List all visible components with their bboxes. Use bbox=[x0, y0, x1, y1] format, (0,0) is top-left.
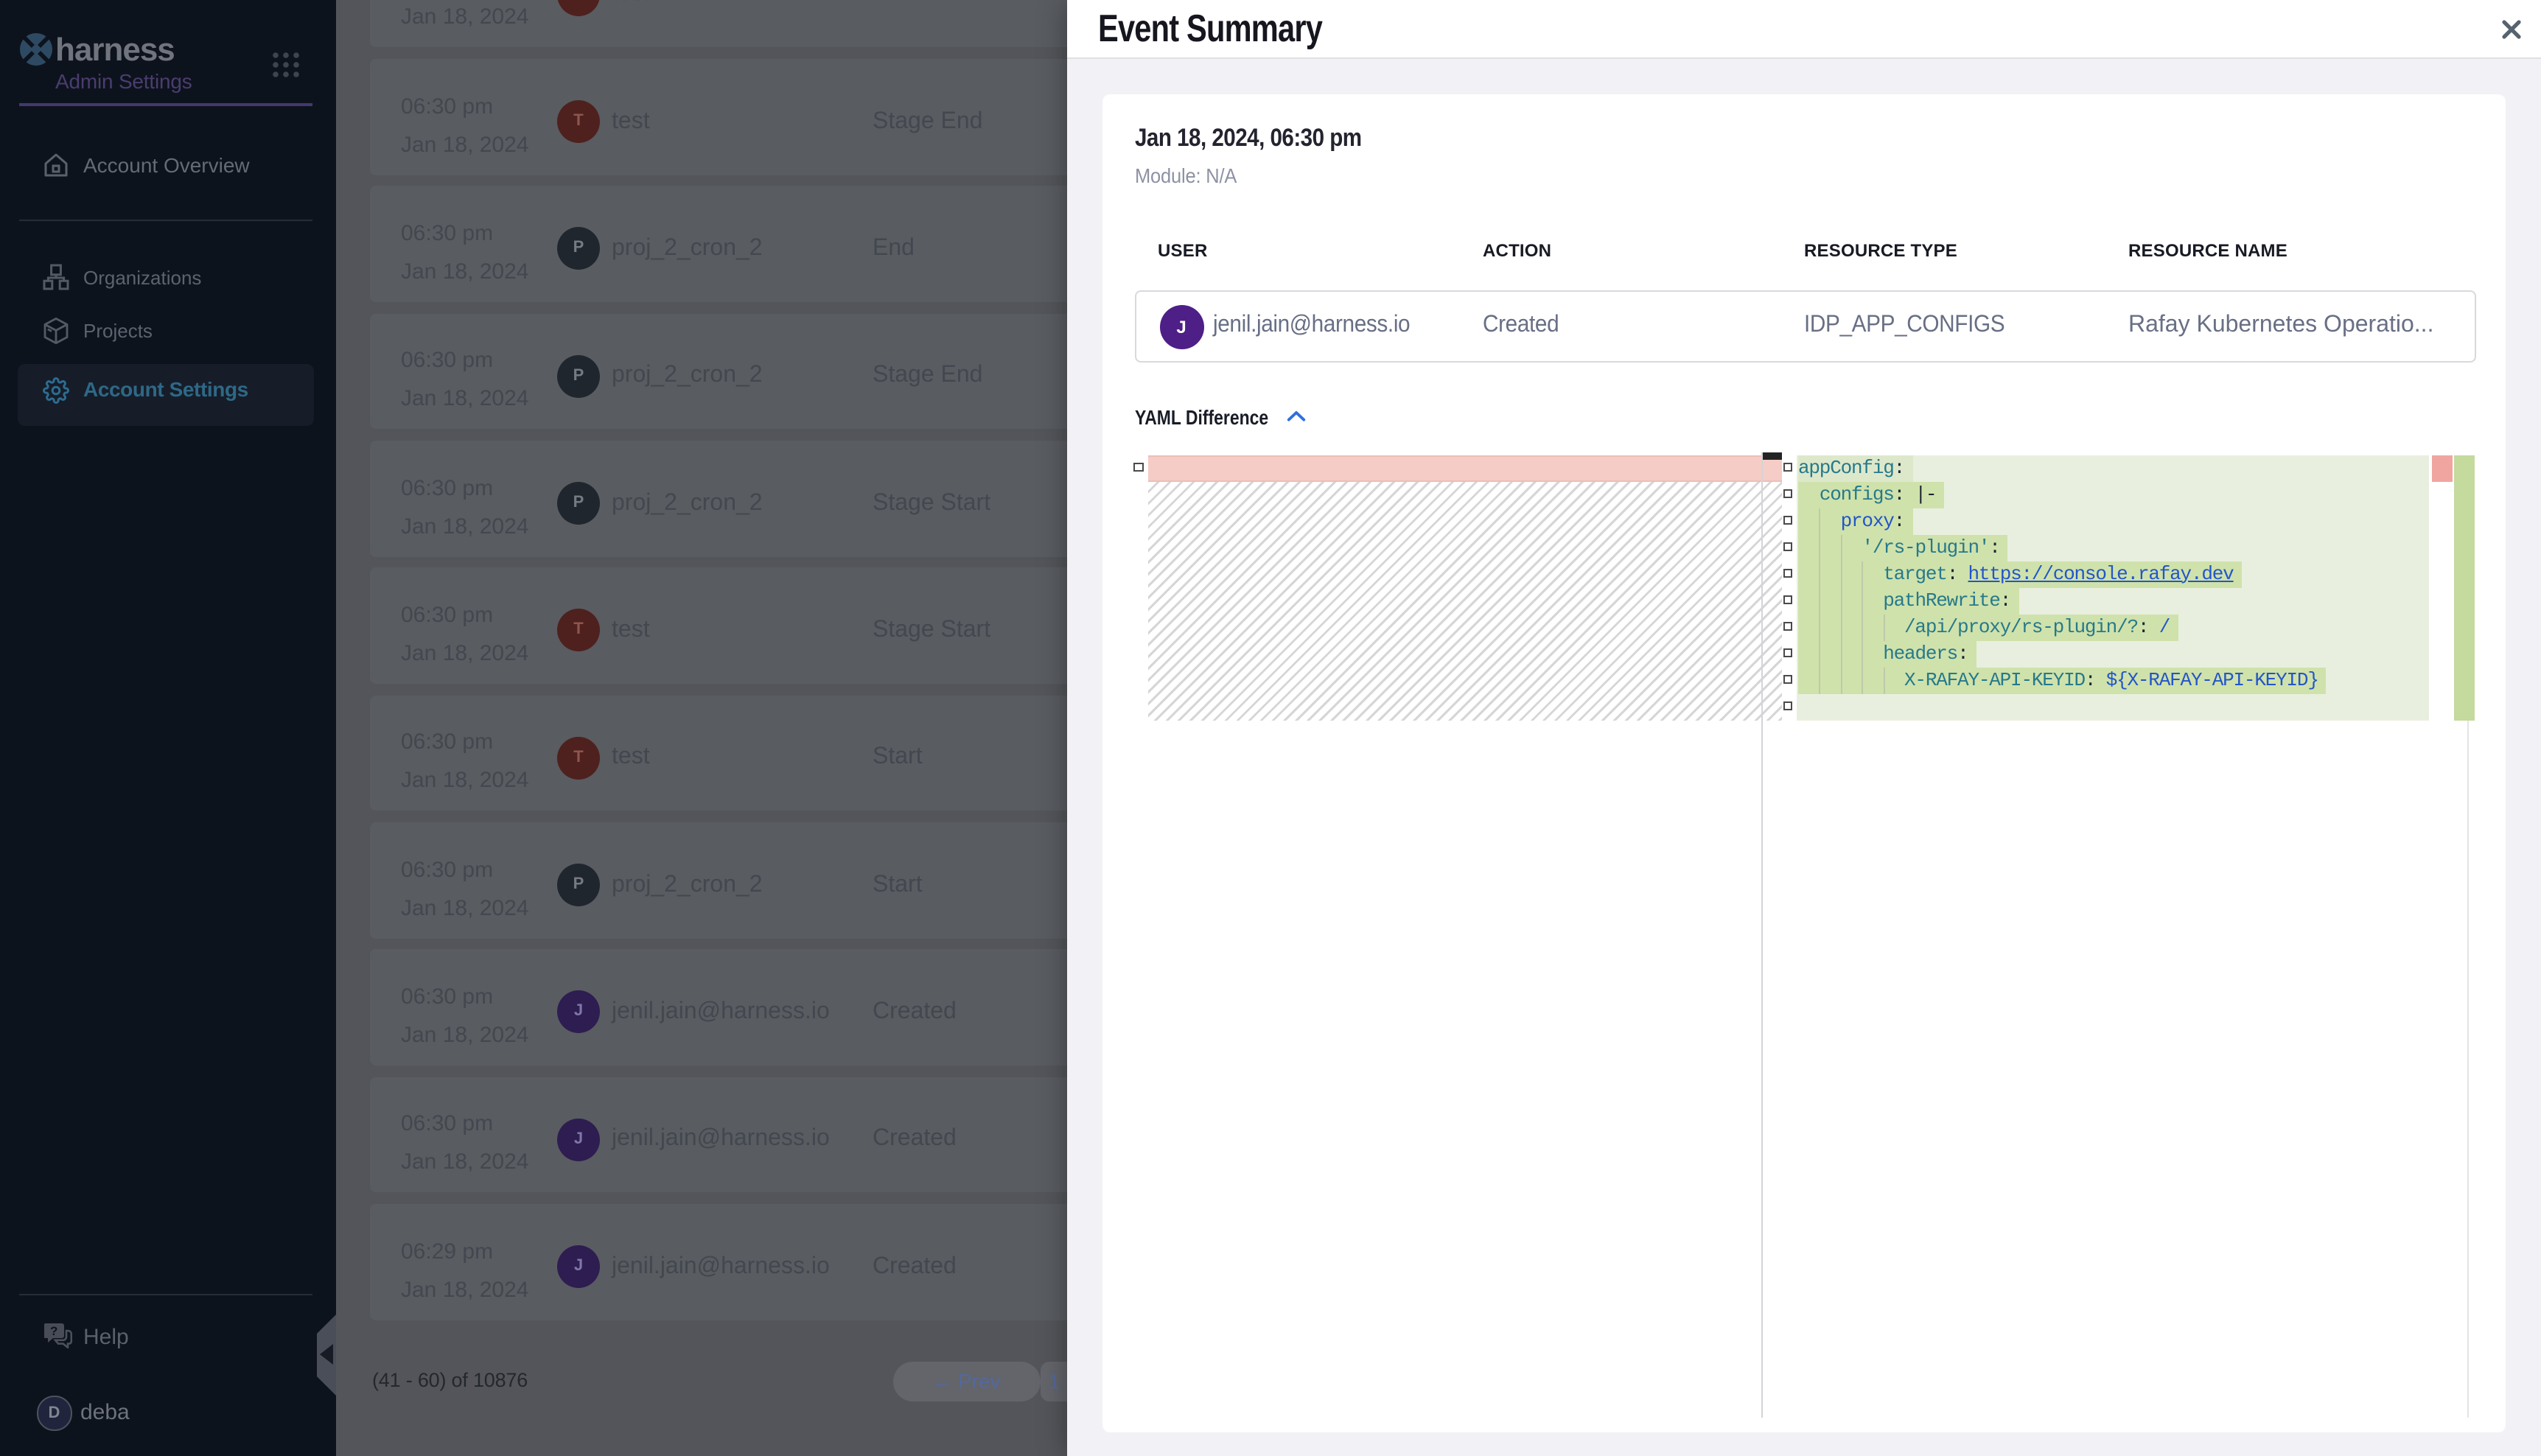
svg-text:?: ? bbox=[50, 1324, 57, 1338]
